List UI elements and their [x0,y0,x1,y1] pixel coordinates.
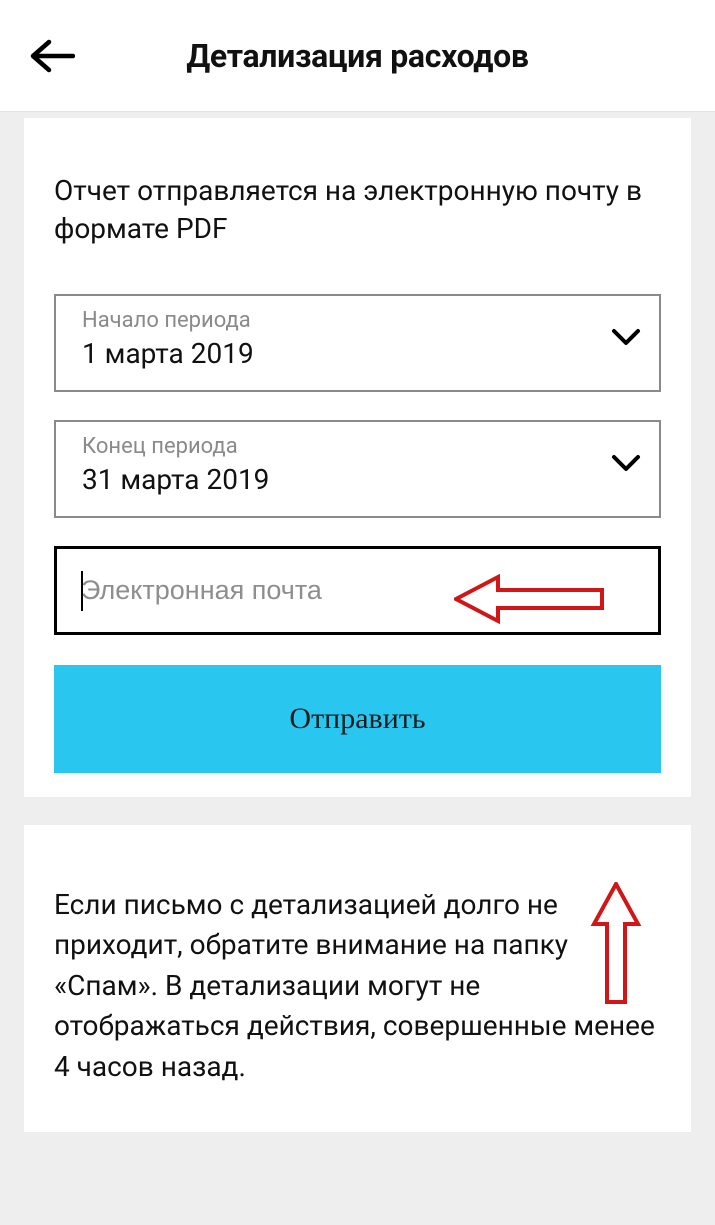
submit-button[interactable]: Отправить [54,665,661,773]
arrow-left-icon [29,38,75,74]
period-start-value: 1 марта 2019 [82,337,639,370]
period-start-select[interactable]: Начало периода 1 марта 2019 [54,294,661,392]
period-end-value: 31 марта 2019 [82,463,639,496]
email-input[interactable] [81,575,636,606]
back-button[interactable] [24,28,80,84]
period-end-select[interactable]: Конец периода 31 марта 2019 [54,420,661,518]
email-field-wrapper[interactable] [54,546,661,635]
form-lead-text: Отчет отправляется на электронную почту … [54,172,661,248]
info-card: Если письмо с детализацией долго не прих… [24,825,691,1132]
chevron-down-icon [611,454,641,472]
app-header: Детализация расходов [0,0,715,112]
text-caret [81,571,83,611]
chevron-down-icon [611,328,641,346]
info-text: Если письмо с детализацией долго не прих… [54,885,661,1088]
period-start-label: Начало периода [82,308,639,333]
form-card: Отчет отправляется на электронную почту … [24,118,691,797]
page-title: Детализация расходов [80,37,691,75]
period-end-label: Конец периода [82,434,639,459]
